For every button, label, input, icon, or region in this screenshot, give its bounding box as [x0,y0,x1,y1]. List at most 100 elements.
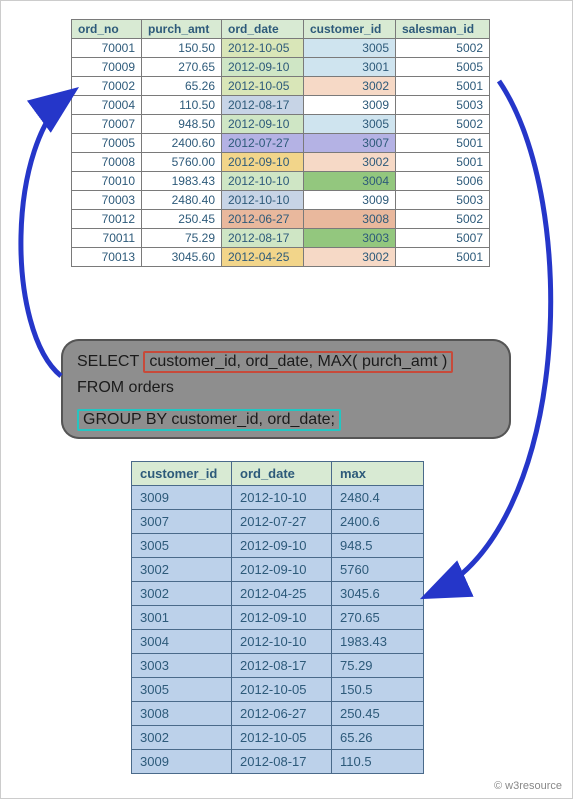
result-table: customer_id ord_date max 30092012-10-102… [131,461,424,774]
table-cell: 3002 [132,582,232,606]
table-row: 700032480.402012-10-1030095003 [72,191,490,210]
table-cell: 70004 [72,96,142,115]
table-cell: 2012-10-05 [232,678,332,702]
table-cell: 2012-09-10 [232,534,332,558]
table-cell: 150.5 [332,678,424,702]
result-header-row: customer_id ord_date max [132,462,424,486]
table-cell: 5002 [396,210,490,229]
table-cell: 2012-06-27 [232,702,332,726]
table-cell: 5005 [396,58,490,77]
table-cell: 5003 [396,191,490,210]
table-cell: 3045.60 [142,248,222,267]
table-row: 30052012-10-05150.5 [132,678,424,702]
table-cell: 3008 [304,210,396,229]
table-cell: 948.50 [142,115,222,134]
table-cell: 70008 [72,153,142,172]
table-cell: 3005 [132,534,232,558]
table-cell: 70010 [72,172,142,191]
sql-line-from: FROM orders [77,379,495,397]
arrow-sql-to-source [21,93,71,376]
table-row: 700101983.432012-10-1030045006 [72,172,490,191]
table-cell: 3009 [132,486,232,510]
sql-select-columns: customer_id, ord_date, MAX( purch_amt ) [143,351,453,373]
table-cell: 3003 [132,654,232,678]
sql-groupby-clause: GROUP BY customer_id, ord_date; [77,409,341,431]
table-cell: 1983.43 [332,630,424,654]
table-row: 70012250.452012-06-2730085002 [72,210,490,229]
table-cell: 65.26 [142,77,222,96]
table-cell: 3002 [304,77,396,96]
table-cell: 70009 [72,58,142,77]
table-cell: 2012-10-05 [232,726,332,750]
table-cell: 2012-08-17 [222,96,304,115]
table-cell: 2012-10-10 [232,486,332,510]
table-row: 30022012-09-105760 [132,558,424,582]
table-cell: 2400.6 [332,510,424,534]
table-cell: 250.45 [332,702,424,726]
table-cell: 5001 [396,134,490,153]
table-cell: 3009 [132,750,232,774]
table-cell: 3005 [304,39,396,58]
table-row: 30042012-10-101983.43 [132,630,424,654]
table-cell: 5003 [396,96,490,115]
table-cell: 5002 [396,39,490,58]
table-cell: 3002 [132,558,232,582]
table-cell: 2012-10-05 [222,77,304,96]
table-cell: 2480.40 [142,191,222,210]
table-cell: 3004 [304,172,396,191]
table-cell: 3001 [132,606,232,630]
table-row: 700133045.602012-04-2530025001 [72,248,490,267]
table-cell: 3005 [132,678,232,702]
table-cell: 2012-09-10 [222,115,304,134]
table-cell: 65.26 [332,726,424,750]
table-cell: 2012-10-10 [222,172,304,191]
table-cell: 70003 [72,191,142,210]
sql-select-keyword: SELECT [77,353,139,370]
orders-header-amt: purch_amt [142,20,222,39]
table-cell: 1983.43 [142,172,222,191]
table-cell: 2012-09-10 [222,153,304,172]
table-cell: 250.45 [142,210,222,229]
table-cell: 2012-07-27 [232,510,332,534]
table-row: 30092012-08-17110.5 [132,750,424,774]
table-cell: 70011 [72,229,142,248]
sql-query-box: SELECT customer_id, ord_date, MAX( purch… [61,339,511,439]
footer-credit: © w3resource [494,780,562,792]
table-cell: 110.5 [332,750,424,774]
table-cell: 70013 [72,248,142,267]
table-row: 30012012-09-10270.65 [132,606,424,630]
table-cell: 948.5 [332,534,424,558]
table-cell: 3002 [304,248,396,267]
table-row: 30072012-07-272400.6 [132,510,424,534]
table-cell: 3002 [132,726,232,750]
orders-header-date: ord_date [222,20,304,39]
table-cell: 2480.4 [332,486,424,510]
orders-header-row: ord_no purch_amt ord_date customer_id sa… [72,20,490,39]
table-cell: 3003 [304,229,396,248]
table-cell: 5001 [396,153,490,172]
table-cell: 3045.6 [332,582,424,606]
table-row: 70001150.502012-10-0530055002 [72,39,490,58]
result-header-date: ord_date [232,462,332,486]
table-cell: 5006 [396,172,490,191]
table-cell: 75.29 [142,229,222,248]
result-header-max: max [332,462,424,486]
table-cell: 5007 [396,229,490,248]
table-cell: 70002 [72,77,142,96]
table-cell: 5001 [396,248,490,267]
table-cell: 2012-10-05 [222,39,304,58]
table-row: 30022012-04-253045.6 [132,582,424,606]
orders-header-ordno: ord_no [72,20,142,39]
table-row: 700085760.002012-09-1030025001 [72,153,490,172]
table-cell: 2012-06-27 [222,210,304,229]
orders-header-cust: customer_id [304,20,396,39]
table-cell: 5760.00 [142,153,222,172]
table-cell: 2012-04-25 [232,582,332,606]
table-row: 30082012-06-27250.45 [132,702,424,726]
table-row: 70009270.652012-09-1030015005 [72,58,490,77]
table-cell: 150.50 [142,39,222,58]
table-cell: 2012-10-10 [232,630,332,654]
table-cell: 2012-07-27 [222,134,304,153]
table-row: 70007948.502012-09-1030055002 [72,115,490,134]
table-cell: 2400.60 [142,134,222,153]
